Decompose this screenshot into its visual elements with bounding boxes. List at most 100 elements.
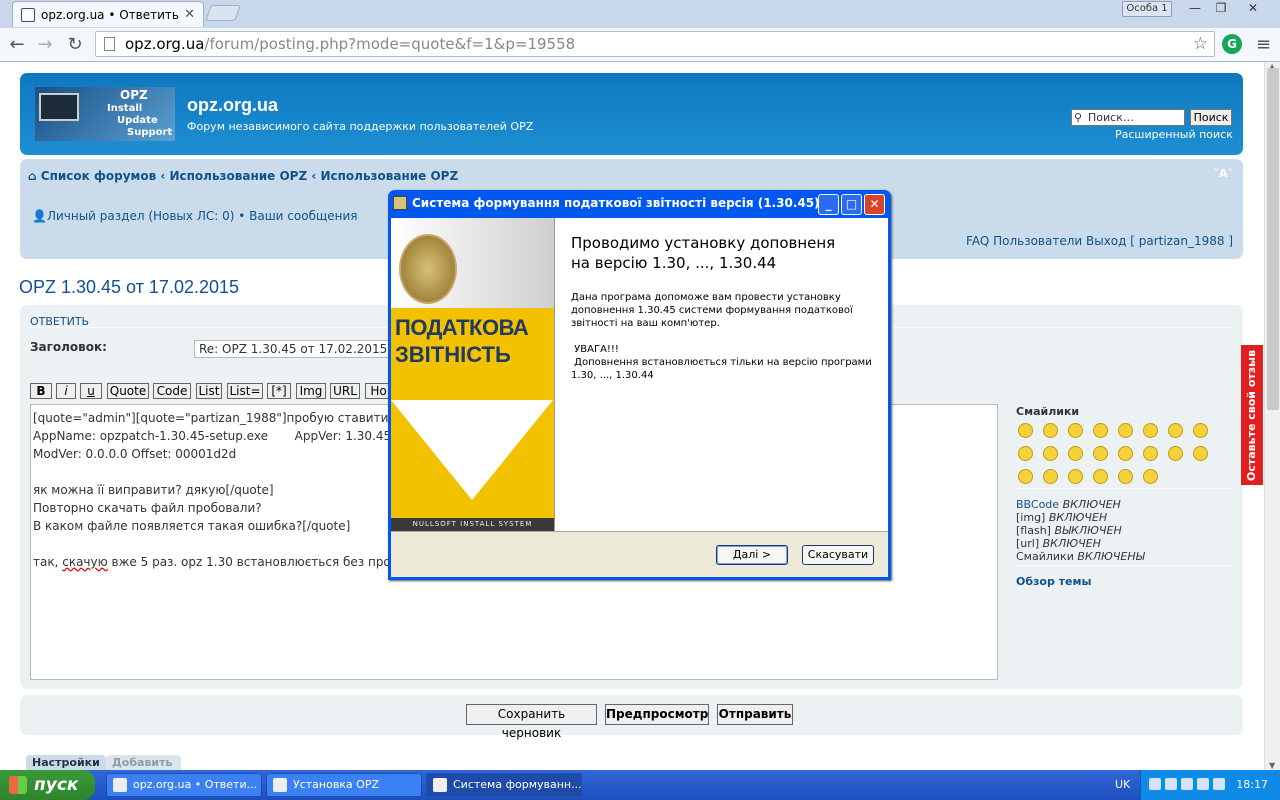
search-button[interactable]: Поиск [1190, 109, 1232, 126]
submit-button[interactable]: Отправить [717, 704, 793, 725]
taskbar-item-dialog[interactable]: Система формуванн... [426, 773, 582, 797]
smiley-icon[interactable] [1018, 423, 1033, 438]
list-button[interactable]: List [196, 383, 222, 399]
topic-title[interactable]: OPZ 1.30.45 от 17.02.2015 [19, 277, 239, 298]
smiley-icon[interactable] [1093, 423, 1108, 438]
url-button[interactable]: URL [330, 383, 360, 399]
smiley-icon[interactable] [1043, 423, 1058, 438]
smiley-icon[interactable] [1068, 469, 1083, 484]
img-label: [img] [1016, 511, 1046, 524]
code-button[interactable]: Code [153, 383, 191, 399]
browser-tab[interactable]: opz.org.ua • Ответить ✕ [12, 1, 204, 27]
user-links-text[interactable]: Личный раздел (Новых ЛС: 0) • Ваши сообщ… [47, 209, 358, 223]
back-icon[interactable]: ← [6, 34, 28, 55]
search-input[interactable]: ⚲ Поиск… [1071, 109, 1185, 126]
smiley-icon[interactable] [1168, 423, 1183, 438]
font-size-toggle[interactable]: ˇAˆ [1213, 167, 1233, 180]
smiley-icon[interactable] [1093, 469, 1108, 484]
url-path: /forum/posting.php?mode=quote&f=1&p=1955… [204, 35, 576, 53]
tray-arrow-icon[interactable] [1149, 778, 1161, 790]
cancel-button[interactable]: Скасувати [802, 545, 874, 565]
topic-review-link[interactable]: Обзор темы [1016, 575, 1091, 588]
smiley-icon[interactable] [1043, 469, 1058, 484]
scroll-down-icon[interactable]: ▼ [1269, 761, 1275, 770]
menu-icon[interactable]: ≡ [1256, 34, 1271, 55]
close-icon[interactable]: ✕ [864, 194, 885, 215]
quote-button[interactable]: Quote [107, 383, 149, 399]
taskbar-item-browser[interactable]: opz.org.ua • Ответи... [106, 773, 262, 797]
bold-button[interactable]: B [30, 383, 52, 399]
tab-attachments[interactable]: Добавить вложения [106, 755, 182, 770]
smiley-icon[interactable] [1093, 446, 1108, 461]
chrome-tray-icon[interactable] [1213, 778, 1225, 790]
search-icon: ⚲ [1074, 111, 1083, 124]
smiley-icon[interactable] [1168, 446, 1183, 461]
monitor-icon [39, 93, 79, 121]
banner-shape [391, 400, 553, 500]
site-logo[interactable]: OPZ Install Update Support [35, 87, 175, 141]
toolbar: ← → ↻ opz.org.ua /forum/posting.php?mode… [0, 28, 1280, 61]
smilies-label: Смайлики [1016, 550, 1074, 563]
profile-button[interactable]: Особа 1 [1122, 1, 1172, 17]
breadcrumb[interactable]: ⌂ Список форумов ‹ Использование OPZ ‹ И… [28, 169, 458, 183]
new-tab-button[interactable] [205, 5, 241, 21]
bookmark-star-icon[interactable]: ☆ [1193, 34, 1208, 54]
preview-button[interactable]: Предпросмотр [605, 704, 709, 725]
extension-icon[interactable]: G [1222, 34, 1242, 54]
maximize-icon[interactable]: ❐ [1208, 0, 1234, 18]
subject-input[interactable]: Re: OPZ 1.30.45 от 17.02.2015 [194, 340, 394, 358]
smiley-icon[interactable] [1043, 446, 1058, 461]
network-icon[interactable] [1165, 778, 1177, 790]
site-name[interactable]: opz.org.ua [187, 95, 278, 116]
list-numbered-button[interactable]: List= [227, 383, 263, 399]
start-button[interactable]: пуск [0, 770, 95, 800]
signal-icon[interactable] [1181, 778, 1193, 790]
page-scrollbar[interactable]: ▲ ▼ [1264, 62, 1280, 770]
minimize-icon[interactable]: — [1182, 0, 1208, 18]
smiley-icon[interactable] [1118, 446, 1133, 461]
bbcode-state: ВКЛЮЧЕН [1062, 498, 1121, 511]
next-button[interactable]: Далі > [716, 545, 788, 565]
tab-close-icon[interactable]: ✕ [184, 7, 195, 22]
window-close-icon[interactable]: ✕ [1240, 0, 1266, 18]
smiley-icon[interactable] [1143, 423, 1158, 438]
user-links[interactable]: 👤Личный раздел (Новых ЛС: 0) • Ваши сооб… [32, 209, 358, 223]
bbcode-link[interactable]: BBCode [1016, 498, 1059, 511]
installer-dialog: Система формування податкової звітності … [388, 190, 891, 580]
smiley-icon[interactable] [1193, 423, 1208, 438]
save-draft-button[interactable]: Сохранить черновик [466, 704, 597, 740]
taskbar-item-setup[interactable]: Установка OPZ [266, 773, 422, 797]
scroll-thumb[interactable] [1267, 68, 1279, 410]
dialog-body: ПОДАТКОВА ЗВІТНІСТЬ NULLSOFT INSTALL SYS… [391, 218, 888, 577]
forward-icon[interactable]: → [34, 34, 56, 55]
smiley-icon[interactable] [1018, 446, 1033, 461]
installer-icon [433, 778, 447, 792]
smiley-icon[interactable] [1118, 423, 1133, 438]
chrome-icon [113, 778, 127, 792]
list-item-button[interactable]: [*] [267, 383, 291, 399]
smiley-icon[interactable] [1143, 446, 1158, 461]
smiley-icon[interactable] [1068, 446, 1083, 461]
favicon-icon [21, 7, 35, 22]
italic-button[interactable]: i [56, 383, 76, 399]
language-indicator[interactable]: UK [1115, 778, 1130, 791]
smiley-icon[interactable] [1068, 423, 1083, 438]
smiley-icon[interactable] [1118, 469, 1133, 484]
advanced-search-link[interactable]: Расширенный поиск [1115, 128, 1233, 141]
breadcrumb-text[interactable]: Список форумов ‹ Использование OPZ ‹ Исп… [41, 169, 458, 183]
volume-icon[interactable] [1197, 778, 1209, 790]
smiley-icon[interactable] [1018, 469, 1033, 484]
reload-icon[interactable]: ↻ [64, 34, 86, 55]
header-links[interactable]: FAQ Пользователи Выход [ partizan_1988 ] [966, 234, 1233, 248]
smiley-icon[interactable] [1193, 446, 1208, 461]
underline-button[interactable]: u [80, 383, 102, 399]
editor-text: вже 5 раз. opz 1.30 встановлюється без п… [107, 555, 406, 569]
img-button[interactable]: Img [296, 383, 326, 399]
minimize-icon[interactable]: _ [818, 194, 839, 215]
subject-label: Заголовок: [30, 340, 107, 354]
feedback-tab[interactable]: Оставьте свой отзыв [1241, 345, 1263, 485]
address-bar[interactable]: opz.org.ua /forum/posting.php?mode=quote… [95, 31, 1215, 57]
tab-settings[interactable]: Настройки [26, 755, 106, 770]
maximize-icon[interactable]: □ [841, 194, 862, 215]
smiley-icon[interactable] [1143, 469, 1158, 484]
